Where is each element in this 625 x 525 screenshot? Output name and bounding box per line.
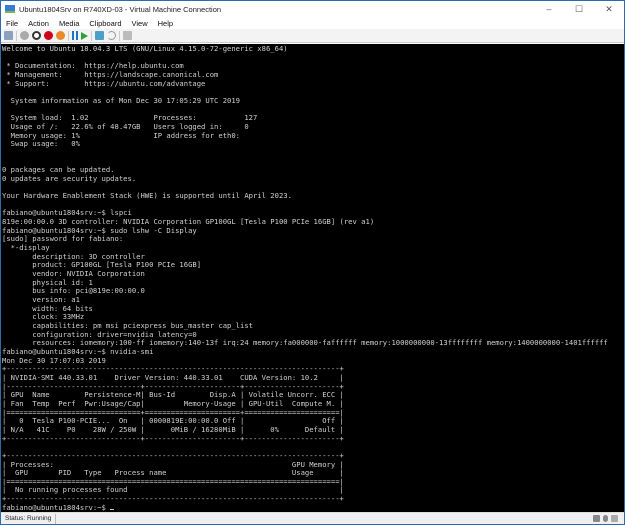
title-bar: Ubuntu1804Srv on R740XD-03 - Virtual Mac…: [1, 1, 624, 17]
status-bar: Status: Running: [1, 512, 624, 524]
text-cursor: [110, 508, 115, 510]
terminal-line: vendor: NVIDIA Corporation: [2, 269, 145, 279]
resume-icon[interactable]: [81, 31, 88, 40]
status-text: Status: Running: [1, 513, 57, 524]
terminal-line: +-------------------------------+-------…: [2, 433, 344, 443]
enhanced-session-icon[interactable]: [123, 31, 132, 40]
minimize-button[interactable]: –: [534, 1, 564, 17]
menu-media[interactable]: Media: [54, 19, 84, 28]
toolbar-separator: [91, 30, 92, 41]
lock-icon: [611, 515, 618, 522]
keyboard-icon: [593, 515, 600, 522]
window-title: Ubuntu1804Srv on R740XD-03 - Virtual Mac…: [19, 4, 222, 14]
terminal-line: width: 64 bits: [2, 303, 93, 313]
terminal-line: Your Hardware Enablement Stack (HWE) is …: [2, 191, 292, 201]
toolbar-separator: [16, 30, 17, 41]
pause-icon[interactable]: [72, 31, 78, 40]
maximize-button[interactable]: ☐: [564, 1, 594, 17]
toolbar: [1, 29, 624, 43]
close-button[interactable]: ✕: [594, 1, 624, 17]
terminal-line: Memory usage: 1% IP address for eth0:: [2, 130, 240, 140]
mouse-icon: [603, 515, 608, 522]
toolbar-separator: [119, 30, 120, 41]
turn-off-icon[interactable]: [32, 31, 41, 40]
menu-bar: File Action Media Clipboard View Help: [1, 17, 624, 29]
terminal-line: fabiano@ubuntu1804srv:~$: [2, 503, 624, 512]
ctrl-alt-del-icon[interactable]: [4, 31, 13, 40]
save-icon[interactable]: [56, 31, 65, 40]
terminal-line: 0 updates are security updates.: [2, 173, 137, 183]
menu-action[interactable]: Action: [23, 19, 54, 28]
menu-view[interactable]: View: [127, 19, 153, 28]
menu-file[interactable]: File: [1, 19, 23, 28]
terminal-line: version: a1: [2, 295, 80, 305]
start-icon[interactable]: [20, 31, 29, 40]
revert-icon[interactable]: [107, 31, 116, 40]
terminal-line: * Support: https://ubuntu.com/advantage: [2, 78, 206, 88]
terminal-console[interactable]: Welcome to Ubuntu 18.04.3 LTS (GNU/Linux…: [1, 44, 624, 512]
terminal-line: [sudo] password for fabiano:: [2, 234, 124, 244]
vm-connection-icon: [5, 5, 15, 13]
terminal-line: bus info: pci@819e:00:00.0: [2, 286, 145, 296]
terminal-line: System information as of Mon Dec 30 17:0…: [2, 95, 240, 105]
checkpoint-icon[interactable]: [95, 31, 104, 40]
terminal-line: Welcome to Ubuntu 18.04.3 LTS (GNU/Linux…: [2, 44, 288, 53]
menu-help[interactable]: Help: [153, 19, 178, 28]
menu-clipboard[interactable]: Clipboard: [84, 19, 126, 28]
toolbar-separator: [68, 30, 69, 41]
shutdown-icon[interactable]: [44, 31, 53, 40]
terminal-line: Swap usage: 0%: [2, 139, 80, 149]
